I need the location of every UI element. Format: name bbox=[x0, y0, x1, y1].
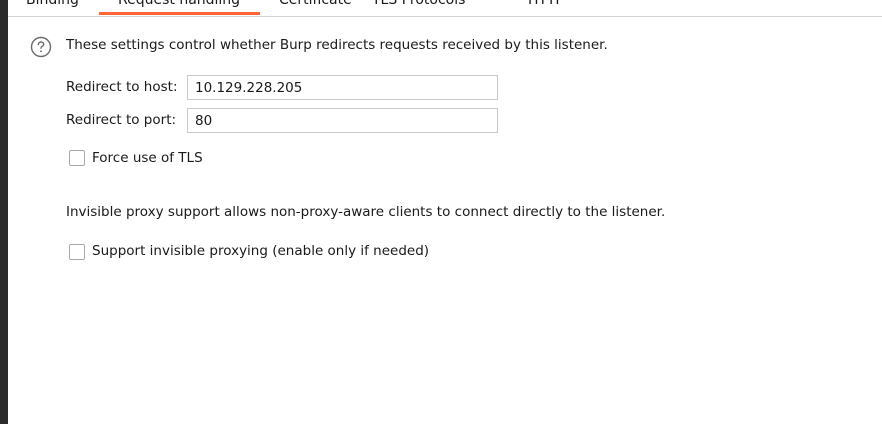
redirect-host-label: Redirect to host: bbox=[66, 79, 178, 95]
listener-dialog: Binding Request handling Certificate TLS… bbox=[8, 0, 882, 424]
active-tab-indicator bbox=[99, 12, 260, 15]
tab-bar: Binding Request handling Certificate TLS… bbox=[8, 0, 882, 17]
invisible-proxy-label: Support invisible proxying (enable only … bbox=[92, 243, 430, 259]
tab-http[interactable]: HTTP bbox=[528, 0, 564, 8]
tab-request-handling[interactable]: Request handling bbox=[118, 0, 240, 8]
redirect-port-input[interactable] bbox=[187, 108, 498, 133]
redirect-port-label: Redirect to port: bbox=[66, 112, 177, 128]
help-circle-icon[interactable] bbox=[30, 36, 52, 58]
tab-tls-protocols[interactable]: TLS Protocols bbox=[372, 0, 465, 8]
redirect-host-input[interactable] bbox=[187, 75, 498, 100]
request-handling-panel: These settings control whether Burp redi… bbox=[8, 17, 882, 424]
force-tls-label: Force use of TLS bbox=[92, 150, 203, 166]
force-tls-checkbox[interactable] bbox=[69, 150, 85, 166]
tab-certificate[interactable]: Certificate bbox=[279, 0, 352, 8]
invisible-proxy-checkbox[interactable] bbox=[69, 244, 85, 260]
tab-binding[interactable]: Binding bbox=[26, 0, 79, 8]
invisible-proxy-description: Invisible proxy support allows non-proxy… bbox=[66, 204, 666, 220]
redirect-description: These settings control whether Burp redi… bbox=[66, 37, 608, 53]
